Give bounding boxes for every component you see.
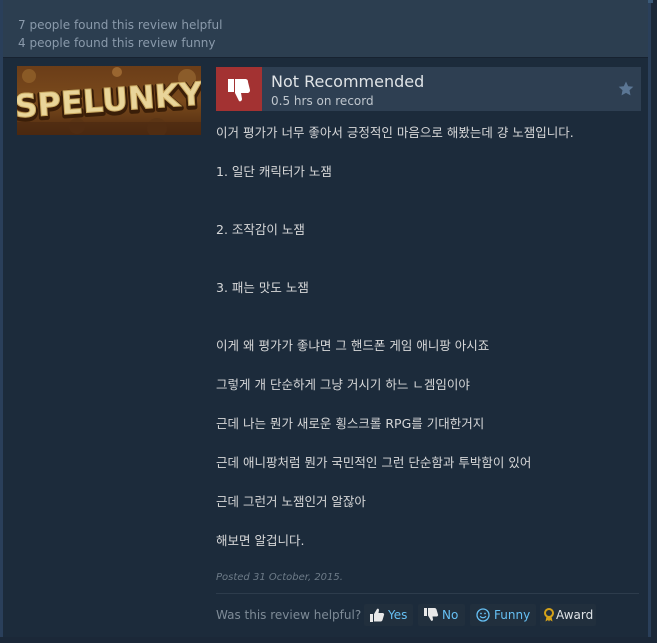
vote-funny-label: Funny: [494, 608, 531, 622]
smiley-icon: [476, 608, 490, 622]
vote-yes-label: Yes: [388, 608, 408, 622]
review-header[interactable]: Not Recommended 0.5 hrs on record: [216, 67, 641, 111]
review-text-line: 그렇게 개 단순하게 그냥 거시기 하느 ㄴ겜임이야: [216, 377, 470, 392]
vote-no-button[interactable]: No: [418, 604, 465, 626]
review-text-line: 근데 애니팡처럼 뭔가 국민적인 그런 단순함과 투박함이 있어: [216, 455, 532, 470]
review-card: SPELUNKY SPELUNKY Not Recommended 0.5 hr…: [3, 58, 648, 637]
review-verdict: Not Recommended: [271, 72, 425, 91]
review-text-line: 근데 그런거 노잼인거 알잖아: [216, 494, 366, 509]
thumbs-down-icon: [228, 79, 250, 102]
review-text-line: 이거 평가가 너무 좋아서 긍정적인 마음으로 해봤는데 걍 노잼입니다.: [216, 125, 574, 140]
review-text-line: 2. 조작감이 노잼: [216, 222, 305, 237]
posted-date: Posted 31 October, 2015.: [216, 572, 343, 583]
award-label: Award: [556, 608, 594, 622]
vote-no-label: No: [442, 608, 459, 622]
helpful-count-text: 7 people found this review helpful: [18, 18, 223, 32]
award-button[interactable]: Award: [540, 604, 596, 626]
helpful-controls: Was this review helpful? Yes No Funny Aw…: [216, 604, 646, 626]
review-text-line: 3. 패는 맛도 노잼: [216, 280, 309, 295]
hours-on-record: 0.5 hrs on record: [271, 94, 374, 108]
review-text-line: 이게 왜 평가가 좋냐면 그 핸드폰 게임 애니팡 아시죠: [216, 338, 490, 353]
review-page: 7 people found this review helpful 4 peo…: [0, 0, 653, 637]
vote-yes-button[interactable]: Yes: [364, 604, 413, 626]
helpful-prompt: Was this review helpful?: [216, 608, 362, 622]
review-text-line: 1. 일단 캐릭터가 노잼: [216, 164, 332, 179]
spelunky-logo: SPELUNKY SPELUNKY: [17, 66, 201, 135]
award-ribbon-icon: [544, 608, 554, 622]
thumbs-up-icon: [370, 608, 385, 622]
funny-count-text: 4 people found this review funny: [18, 36, 216, 50]
previous-review-stats: 7 people found this review helpful 4 peo…: [3, 0, 648, 58]
thumbs-down-icon: [424, 608, 439, 621]
review-text-line: 근데 나는 뭔가 새로운 횡스크롤 RPG를 기대한거지: [216, 416, 485, 431]
vote-funny-button[interactable]: Funny: [470, 604, 536, 626]
not-recommended-badge: [216, 67, 262, 111]
divider: [216, 593, 639, 594]
star-icon[interactable]: [617, 80, 635, 98]
review-text-line: 해보면 알겁니다.: [216, 533, 305, 548]
game-capsule-image[interactable]: SPELUNKY SPELUNKY: [17, 66, 201, 135]
